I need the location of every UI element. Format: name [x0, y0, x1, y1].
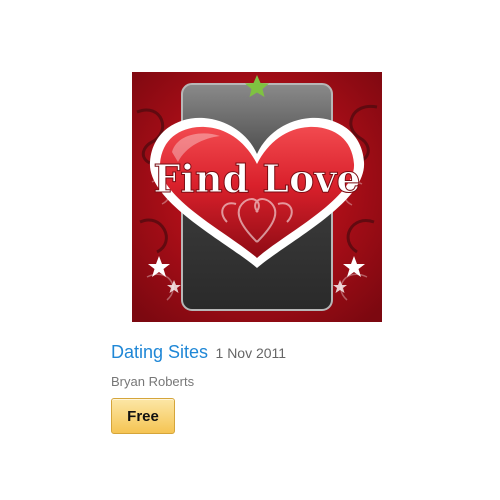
price-button[interactable]: Free: [111, 398, 175, 434]
title-row: Dating Sites 1 Nov 2011: [111, 341, 286, 365]
app-listing-card: Find Love Dating Sites 1 Nov 2011 Bryan …: [0, 0, 500, 500]
icon-lettering: Find Love: [153, 156, 360, 201]
app-title-link[interactable]: Dating Sites: [111, 342, 208, 362]
author-name: Bryan Roberts: [111, 374, 195, 389]
find-love-heart-icon[interactable]: Find Love: [132, 72, 382, 322]
release-date: 1 Nov 2011: [215, 345, 287, 361]
